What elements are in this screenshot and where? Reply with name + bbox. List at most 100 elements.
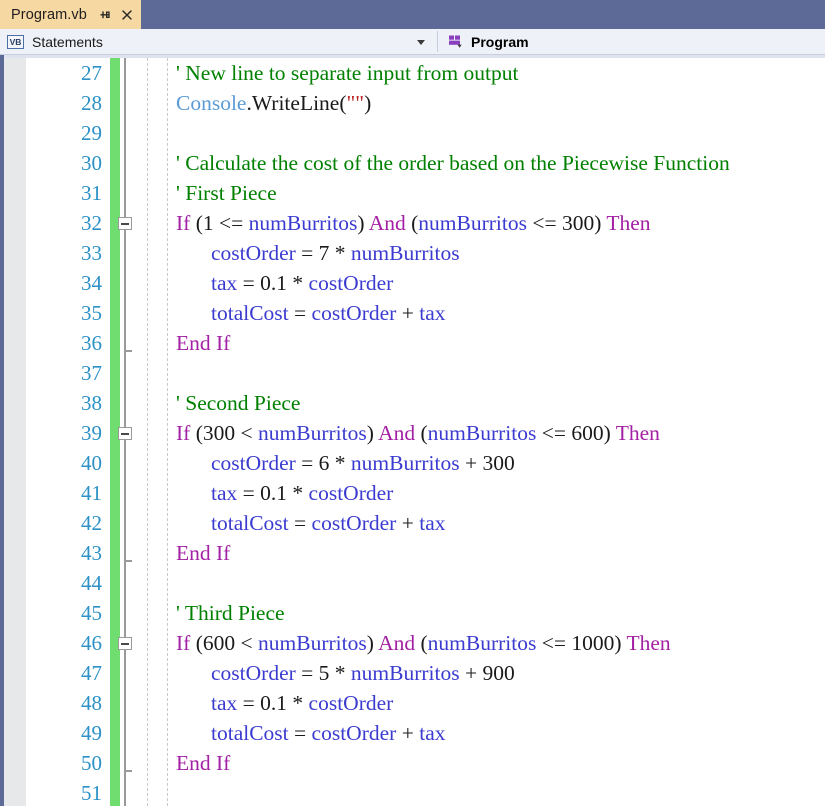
code-token-cmt: ' New line to separate input from output xyxy=(176,61,519,85)
code-line[interactable]: 37 xyxy=(0,358,825,388)
member-scope-dropdown[interactable]: VB Statements xyxy=(0,29,437,54)
code-token-id: numBurritos xyxy=(427,631,537,655)
code-text: costOrder = 7 * numBurritos xyxy=(211,238,460,268)
code-line[interactable]: 46 If (600 < numBurritos) And (numBurrito… xyxy=(0,628,825,658)
code-token-cmt: ' First Piece xyxy=(176,181,277,205)
code-token-kw: And xyxy=(378,631,416,655)
code-text: tax = 0.1 * costOrder xyxy=(211,268,393,298)
code-line[interactable]: 30 ' Calculate the cost of the order base… xyxy=(0,148,825,178)
code-text: ' Calculate the cost of the order based … xyxy=(176,148,730,178)
code-line[interactable]: 33 costOrder = 7 * numBurritos xyxy=(0,238,825,268)
code-token-id: tax xyxy=(211,691,238,715)
code-text: Console.WriteLine("") xyxy=(176,88,371,118)
code-line[interactable]: 45 ' Third Piece xyxy=(0,598,825,628)
code-text: costOrder = 6 * numBurritos + 300 xyxy=(211,448,515,478)
code-token-plain: ( xyxy=(415,631,428,655)
code-token-id: tax xyxy=(419,301,446,325)
line-number: 51 xyxy=(81,781,102,805)
code-line[interactable]: 40 costOrder = 6 * numBurritos + 300 xyxy=(0,448,825,478)
code-token-cls: Console xyxy=(176,91,247,115)
code-token-id: totalCost xyxy=(211,511,289,535)
code-text: ' Third Piece xyxy=(176,598,285,628)
code-line[interactable]: 31 ' First Piece xyxy=(0,178,825,208)
code-token-kw: If xyxy=(176,631,196,655)
line-number: 36 xyxy=(81,331,102,355)
line-number: 38 xyxy=(81,391,102,415)
type-scope-dropdown[interactable]: Program xyxy=(438,29,825,54)
code-editor-window: Program.vb VB Statements Program 27 ' Ne… xyxy=(0,0,825,806)
line-number: 30 xyxy=(81,151,102,175)
code-token-id: costOrder xyxy=(308,481,394,505)
code-token-plain: = xyxy=(288,511,312,535)
vb-file-icon: VB xyxy=(7,34,24,49)
code-line[interactable]: 50 End If xyxy=(0,748,825,778)
code-token-cmt: ' Calculate the cost of the order based … xyxy=(176,151,730,175)
chevron-down-icon[interactable] xyxy=(417,39,425,45)
code-text: tax = 0.1 * costOrder xyxy=(211,688,393,718)
close-icon[interactable] xyxy=(120,8,134,22)
code-line[interactable]: 43 End If xyxy=(0,538,825,568)
code-line[interactable]: 41 tax = 0.1 * costOrder xyxy=(0,478,825,508)
code-token-plain: = 5 * xyxy=(295,661,351,685)
collapse-region-icon[interactable] xyxy=(118,637,132,650)
code-line[interactable]: 38 ' Second Piece xyxy=(0,388,825,418)
code-text: totalCost = costOrder + tax xyxy=(211,298,446,328)
code-token-id: numBurritos xyxy=(258,421,367,445)
code-text: totalCost = costOrder + tax xyxy=(211,718,446,748)
code-text: ' First Piece xyxy=(176,178,277,208)
code-token-kw: And xyxy=(368,211,406,235)
type-dropdown-value: Program xyxy=(471,33,529,50)
code-line[interactable]: 27 ' New line to separate input from outp… xyxy=(0,58,825,88)
code-line[interactable]: 28 Console.WriteLine("") xyxy=(0,88,825,118)
scope-dropdown-value: Statements xyxy=(32,33,103,50)
line-number: 40 xyxy=(81,451,102,475)
fold-region-end-marker xyxy=(124,560,132,562)
code-text: ' New line to separate input from output xyxy=(176,58,518,88)
code-line[interactable]: 47 costOrder = 5 * numBurritos + 900 xyxy=(0,658,825,688)
code-line[interactable]: 42 totalCost = costOrder + tax xyxy=(0,508,825,538)
code-token-kw: End If xyxy=(176,751,231,775)
code-token-kw: If xyxy=(176,211,196,235)
code-token-id: costOrder xyxy=(311,301,397,325)
collapse-region-icon[interactable] xyxy=(118,427,132,440)
code-text: If (1 <= numBurritos) And (numBurritos <… xyxy=(176,208,651,238)
code-token-id: tax xyxy=(419,721,446,745)
code-line[interactable]: 29 xyxy=(0,118,825,148)
line-number: 44 xyxy=(81,571,102,595)
code-line[interactable]: 34 tax = 0.1 * costOrder xyxy=(0,268,825,298)
pin-icon[interactable] xyxy=(98,8,112,22)
code-line[interactable]: 35 totalCost = costOrder + tax xyxy=(0,298,825,328)
code-line[interactable]: 44 xyxy=(0,568,825,598)
code-text: tax = 0.1 * costOrder xyxy=(211,478,393,508)
code-token-id: numBurritos xyxy=(350,451,460,475)
line-number: 46 xyxy=(81,631,102,655)
line-number: 31 xyxy=(81,181,102,205)
code-line[interactable]: 36 End If xyxy=(0,328,825,358)
code-token-plain: ) xyxy=(357,211,369,235)
code-line[interactable]: 49 totalCost = costOrder + tax xyxy=(0,718,825,748)
collapse-region-icon[interactable] xyxy=(118,217,132,230)
code-token-id: costOrder xyxy=(211,661,296,685)
code-token-id: numBurritos xyxy=(350,241,460,265)
code-editor-surface[interactable]: 27 ' New line to separate input from outp… xyxy=(0,55,825,806)
code-token-plain: = 7 * xyxy=(295,241,351,265)
code-token-plain: = 6 * xyxy=(295,451,351,475)
code-text: End If xyxy=(176,328,230,358)
tab-program-vb[interactable]: Program.vb xyxy=(0,0,141,29)
line-number: 29 xyxy=(81,121,102,145)
code-token-cmt: ' Second Piece xyxy=(176,391,301,415)
code-line[interactable]: 32 If (1 <= numBurritos) And (numBurritos… xyxy=(0,208,825,238)
line-number: 39 xyxy=(81,421,102,445)
line-number: 27 xyxy=(81,61,102,85)
tab-strip: Program.vb xyxy=(0,0,825,29)
code-token-plain: (1 <= xyxy=(195,211,249,235)
code-token-id: numBurritos xyxy=(258,631,367,655)
code-line[interactable]: 39 If (300 < numBurritos) And (numBurrito… xyxy=(0,418,825,448)
code-text: costOrder = 5 * numBurritos + 900 xyxy=(211,658,515,688)
code-token-plain: ( xyxy=(405,211,419,235)
code-token-plain: + 900 xyxy=(459,661,515,685)
code-text: End If xyxy=(176,748,230,778)
code-token-plain: + 300 xyxy=(459,451,515,475)
code-line[interactable]: 48 tax = 0.1 * costOrder xyxy=(0,688,825,718)
code-line[interactable]: 51 xyxy=(0,778,825,806)
